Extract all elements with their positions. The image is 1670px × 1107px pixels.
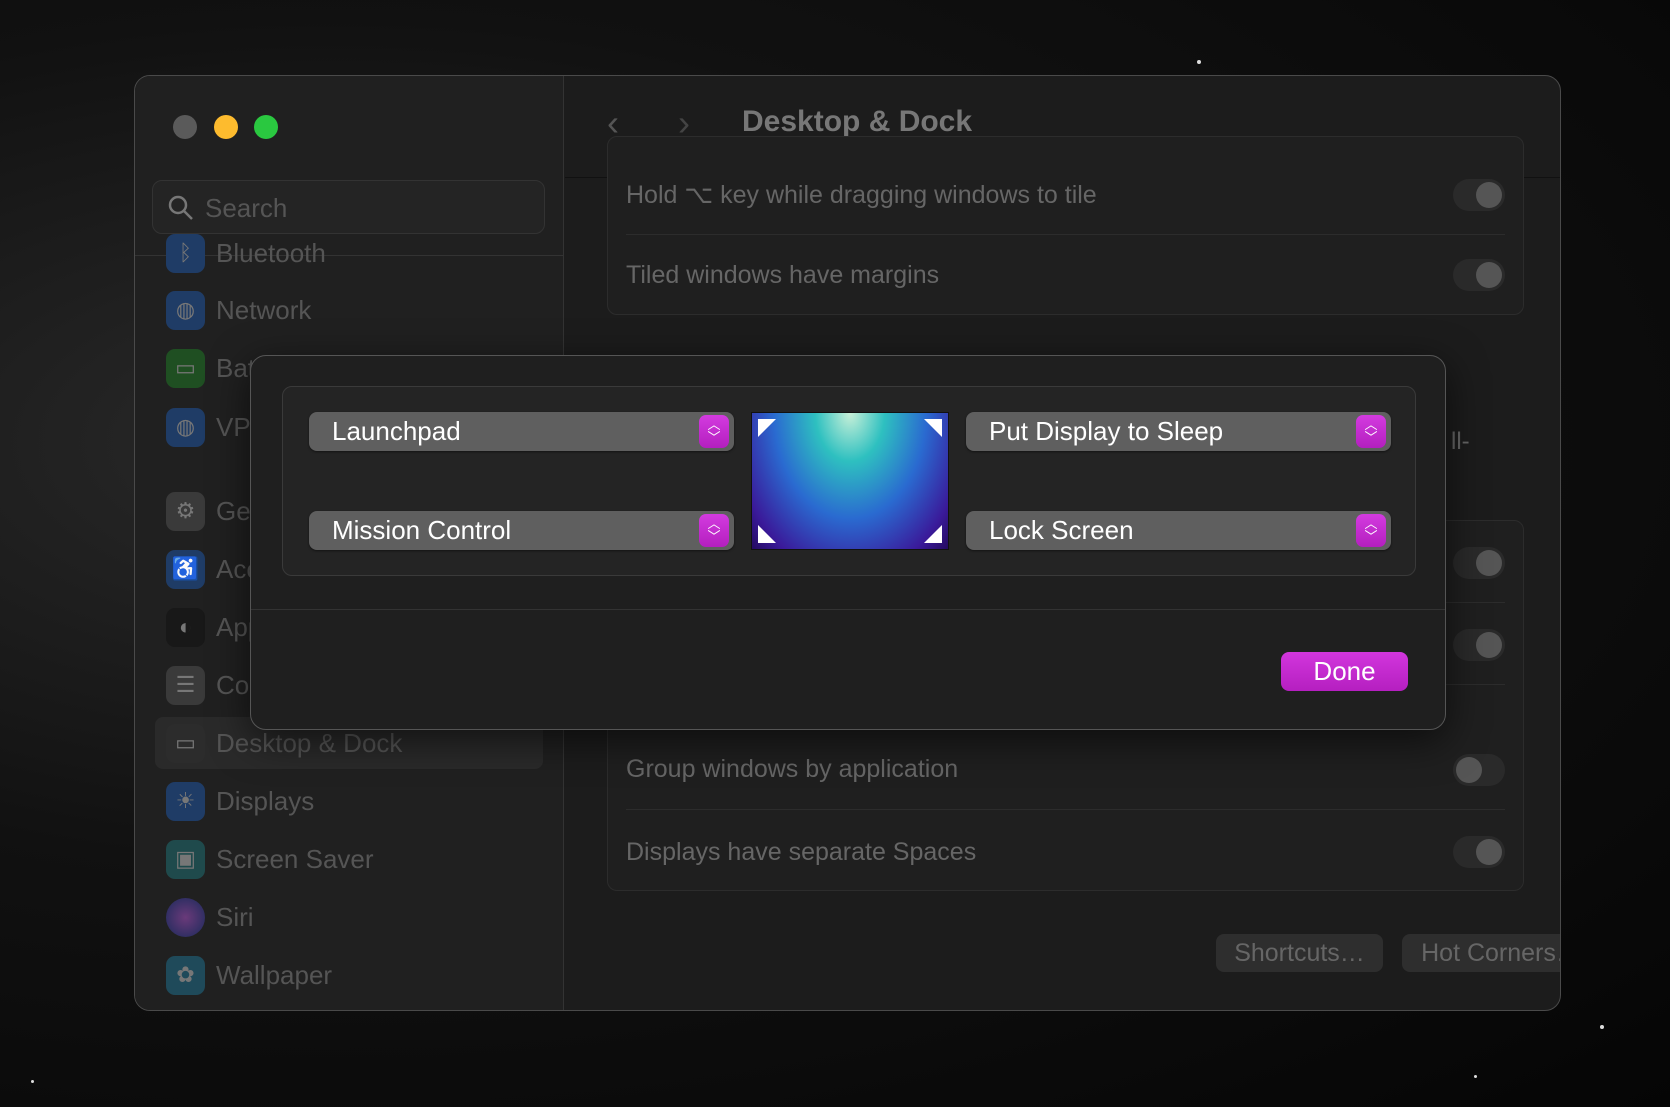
search-icon	[168, 195, 193, 220]
corner-marker	[924, 525, 942, 543]
chevron-updown-icon: ︿ ﹀	[1356, 415, 1386, 448]
sun-icon: ☀	[166, 781, 205, 821]
divider	[251, 609, 1445, 610]
done-button[interactable]: Done	[1281, 652, 1408, 691]
shortcuts-button[interactable]: Shortcuts…	[1216, 934, 1383, 972]
hot-corners-button[interactable]: Hot Corners…	[1402, 934, 1560, 972]
corner-marker	[924, 419, 942, 437]
sidebar-item-siri[interactable]: Siri	[155, 891, 543, 943]
toggle[interactable]	[1453, 836, 1505, 868]
setting-row: Hold ⌥ key while dragging windows to til…	[626, 155, 1505, 235]
chevron-updown-icon: ︿ ﹀	[1356, 514, 1386, 547]
toggles-icon: ☰	[166, 665, 205, 705]
minimize-button[interactable]	[214, 115, 238, 139]
setting-row: Group windows by application	[626, 730, 1505, 810]
toggle[interactable]	[1453, 178, 1505, 211]
siri-icon	[166, 897, 205, 937]
setting-label: Displays have separate Spaces	[626, 837, 977, 866]
top-left-corner-select[interactable]: Launchpad ︿ ﹀	[309, 412, 734, 451]
setting-label: Tiled windows have margins	[626, 260, 940, 289]
globe-icon: ◍	[166, 290, 205, 330]
appearance-icon: ◐	[166, 607, 205, 647]
sidebar-item-label: Bluetooth	[216, 237, 326, 268]
toggle[interactable]	[1453, 259, 1505, 291]
page-title: Desktop & Dock	[742, 105, 973, 138]
hot-corners-dialog: Launchpad ︿ ﹀ Mission Control ︿ ﹀ Put Displa…	[250, 355, 1446, 730]
screen-preview	[751, 412, 949, 550]
toggle[interactable]	[1453, 546, 1505, 579]
sidebar-item-network[interactable]: ◍ Network	[155, 284, 543, 336]
partial-text: ll-	[1451, 428, 1470, 455]
setting-label: Group windows by application	[626, 755, 959, 783]
chevron-updown-icon: ︿ ﹀	[699, 514, 729, 547]
bottom-left-corner-select[interactable]: Mission Control ︿ ﹀	[309, 511, 734, 550]
bluetooth-icon: ᛒ	[166, 233, 205, 273]
star	[1474, 1075, 1477, 1078]
toggle[interactable]	[1453, 628, 1505, 661]
hot-corners-panel: Launchpad ︿ ﹀ Mission Control ︿ ﹀ Put Displa…	[282, 386, 1416, 576]
flower-icon: ✿	[166, 955, 205, 995]
dock-icon: ▭	[166, 723, 205, 763]
close-button[interactable]	[173, 115, 197, 139]
accessibility-icon: ♿	[166, 549, 205, 589]
sidebar-item-displays[interactable]: ☀ Displays	[155, 775, 543, 827]
sidebar-item-wallpaper[interactable]: ✿ Wallpaper	[155, 949, 543, 1001]
toggle[interactable]	[1453, 753, 1505, 786]
search-input[interactable]: Search	[152, 180, 545, 234]
corner-marker	[758, 525, 776, 543]
star	[1197, 60, 1201, 64]
select-value: Put Display to Sleep	[989, 416, 1224, 446]
sidebar-item-label: Network	[216, 294, 312, 325]
sidebar-item-label: Siri	[216, 901, 254, 932]
corner-marker	[758, 419, 776, 437]
sidebar-item-label: Wallpaper	[216, 959, 333, 990]
vpn-globe-icon: ◍	[166, 407, 205, 447]
screen-saver-icon: ▣	[166, 839, 205, 879]
select-value: Lock Screen	[989, 515, 1134, 545]
setting-row: Tiled windows have margins	[626, 235, 1505, 315]
sidebar-item-label: Desktop & Dock	[216, 727, 403, 758]
search-placeholder: Search	[205, 193, 288, 223]
top-right-corner-select[interactable]: Put Display to Sleep ︿ ﹀	[966, 412, 1391, 451]
star	[31, 1080, 34, 1083]
sidebar-item-label: Screen Saver	[216, 843, 374, 874]
tiling-settings-group: Hold ⌥ key while dragging windows to til…	[607, 136, 1524, 315]
select-value: Launchpad	[332, 416, 461, 446]
select-value: Mission Control	[332, 515, 512, 545]
setting-row: Displays have separate Spaces	[626, 812, 1505, 892]
sidebar-item-bluetooth[interactable]: ᛒ Bluetooth	[155, 227, 543, 279]
bottom-right-corner-select[interactable]: Lock Screen ︿ ﹀	[966, 511, 1391, 550]
zoom-button[interactable]	[254, 115, 278, 139]
sidebar-item-label: Displays	[216, 785, 315, 816]
sidebar-item-screen-saver[interactable]: ▣ Screen Saver	[155, 833, 543, 885]
star	[1600, 1025, 1604, 1029]
chevron-updown-icon: ︿ ﹀	[699, 415, 729, 448]
gear-icon: ⚙	[166, 491, 205, 531]
setting-label: Hold ⌥ key while dragging windows to til…	[626, 180, 1097, 209]
battery-icon: ▭	[166, 348, 205, 388]
